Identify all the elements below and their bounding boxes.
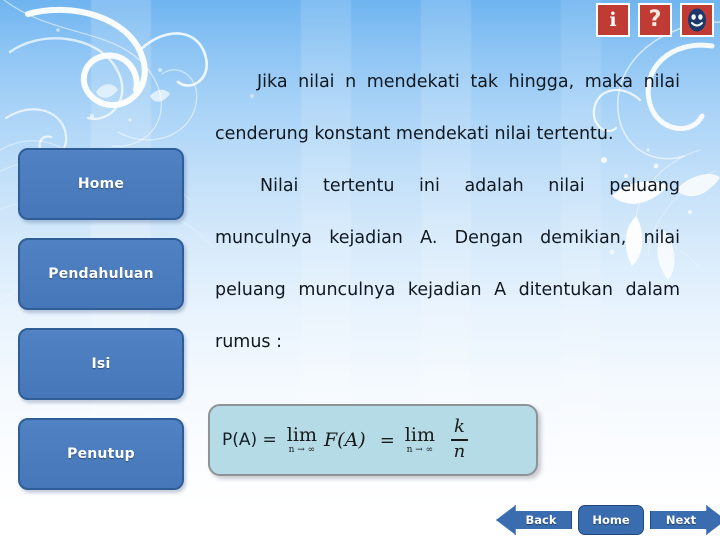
slide-canvas: i ? Home Pendahuluan Isi Penutup Jika ni… xyxy=(0,0,720,540)
body-paragraph-2: Nilai tertentu ini adalah nilai peluang … xyxy=(215,176,680,352)
sidebar-item-isi[interactable]: Isi xyxy=(18,328,184,400)
home-button-label: Home xyxy=(592,513,630,527)
help-icon[interactable]: ? xyxy=(638,3,672,37)
fraction-denominator: n xyxy=(453,440,466,462)
limit-label: lim xyxy=(404,423,435,446)
bottom-navigation: Back Home Next xyxy=(496,505,720,535)
help-icon-label: ? xyxy=(648,7,662,32)
sidebar-item-label: Penutup xyxy=(67,446,135,462)
back-button[interactable]: Back xyxy=(496,505,572,535)
sidebar-item-label: Isi xyxy=(91,356,111,372)
formula-label: P(A) = xyxy=(222,430,277,450)
info-icon-label: i xyxy=(609,8,617,31)
formula-expression: lim n → ∞ F(A) = lim n → ∞ k n xyxy=(283,416,468,462)
equals-sign: = xyxy=(379,429,395,451)
fraction-numerator: k xyxy=(454,416,465,438)
fraction-k-over-n: k n xyxy=(450,416,468,462)
sidebar: Home Pendahuluan Isi Penutup xyxy=(18,148,184,508)
limit-subscript: n → ∞ xyxy=(406,444,434,455)
sidebar-item-label: Home xyxy=(77,176,125,192)
sidebar-item-penutup[interactable]: Penutup xyxy=(18,418,184,490)
next-button-label: Next xyxy=(665,513,697,527)
function-fa: F(A) xyxy=(323,429,366,451)
formula-box: P(A) = lim n → ∞ F(A) = lim n → ∞ k n xyxy=(208,404,538,476)
limit-subscript: n → ∞ xyxy=(288,444,316,455)
sidebar-item-label: Pendahuluan xyxy=(48,266,154,282)
slide-content: Jika nilai n mendekati tak hingga, maka … xyxy=(215,56,680,368)
next-button[interactable]: Next xyxy=(650,505,720,535)
limit-label: lim xyxy=(286,423,317,446)
limit-operator-2: lim n → ∞ xyxy=(404,423,435,455)
body-paragraph-1: Jika nilai n mendekati tak hingga, maka … xyxy=(215,72,680,144)
sidebar-item-pendahuluan[interactable]: Pendahuluan xyxy=(18,238,184,310)
limit-operator-1: lim n → ∞ xyxy=(286,423,317,455)
sidebar-item-home[interactable]: Home xyxy=(18,148,184,220)
home-button[interactable]: Home xyxy=(578,505,644,535)
smiley-face-icon[interactable] xyxy=(680,3,714,37)
back-button-label: Back xyxy=(525,513,557,527)
top-icon-bar: i ? xyxy=(596,3,714,37)
smiley-face-glyph xyxy=(688,8,706,32)
info-icon[interactable]: i xyxy=(596,3,630,37)
